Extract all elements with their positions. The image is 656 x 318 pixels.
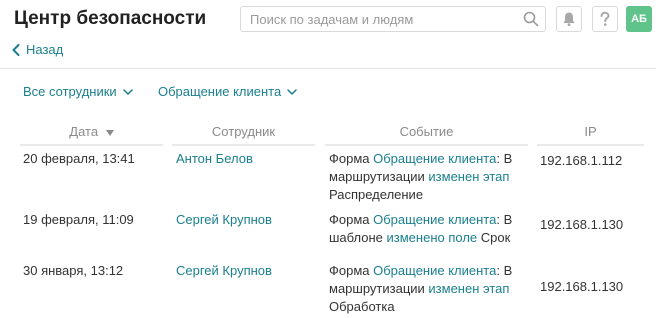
event-form-link[interactable]: Обращение клиента	[373, 151, 496, 166]
row-date: 20 февраля, 13:41	[23, 151, 135, 166]
event-action-link[interactable]: изменено поле	[387, 230, 478, 245]
search-input[interactable]	[241, 7, 520, 31]
filter-form-label: Обращение клиента	[158, 84, 282, 99]
column-header-date-label: Дата	[69, 124, 99, 139]
back-label: Назад	[26, 42, 64, 57]
event-suffix: Обработка	[329, 299, 395, 314]
event-suffix: Срок	[477, 230, 511, 245]
row-event: Форма Обращение клиента: В маршрутизации…	[329, 150, 519, 204]
chevron-down-icon	[287, 88, 297, 95]
row-ip: 192.168.1.130	[540, 279, 624, 294]
bell-icon	[563, 12, 575, 26]
row-date: 19 февраля, 11:09	[23, 212, 134, 227]
filter-form[interactable]: Обращение клиента	[158, 84, 297, 99]
row-event: Форма Обращение клиента: В маршрутизации…	[329, 262, 519, 316]
row-employee-link[interactable]: Антон Белов	[176, 150, 253, 168]
column-header-ip[interactable]: IP	[537, 124, 644, 139]
notifications-button[interactable]	[556, 6, 582, 32]
question-icon	[600, 11, 610, 26]
column-underline	[325, 144, 528, 146]
event-action-link[interactable]: изменен этап	[428, 169, 509, 184]
table-row: 19 февраля, 11:09 Сергей Крупнов Форма О…	[0, 211, 656, 259]
search-icon[interactable]	[523, 11, 539, 27]
event-prefix: Форма	[329, 151, 374, 166]
sort-desc-icon	[105, 129, 114, 136]
row-employee-link[interactable]: Сергей Крупнов	[176, 211, 272, 229]
avatar[interactable]: АБ	[626, 6, 652, 32]
table-row: 20 февраля, 13:41 Антон Белов Форма Обра…	[0, 150, 656, 206]
row-event: Форма Обращение клиента: В шаблоне измен…	[329, 211, 519, 247]
event-suffix: Распределение	[329, 187, 424, 202]
back-link[interactable]: Назад	[12, 42, 63, 57]
column-header-event[interactable]: Событие	[325, 124, 528, 139]
filter-employees[interactable]: Все сотрудники	[23, 84, 133, 99]
event-prefix: Форма	[329, 212, 374, 227]
header-divider	[0, 68, 656, 69]
filter-employees-label: Все сотрудники	[23, 84, 117, 99]
search-box[interactable]	[240, 6, 546, 32]
table-row: 30 января, 13:12 Сергей Крупнов Форма Об…	[0, 262, 656, 318]
row-date: 30 января, 13:12	[23, 263, 124, 278]
column-header-employee[interactable]: Сотрудник	[172, 124, 315, 139]
chevron-down-icon	[122, 88, 133, 95]
column-underline	[172, 144, 315, 146]
event-action-link[interactable]: изменен этап	[428, 281, 509, 296]
row-ip: 192.168.1.130	[540, 217, 624, 232]
row-employee-link[interactable]: Сергей Крупнов	[176, 262, 272, 280]
column-underline	[20, 144, 163, 146]
event-form-link[interactable]: Обращение клиента	[373, 263, 496, 278]
page-title: Центр безопасности	[14, 8, 207, 29]
event-prefix: Форма	[329, 263, 374, 278]
column-underline	[537, 144, 644, 146]
column-header-date[interactable]: Дата	[20, 124, 163, 139]
event-form-link[interactable]: Обращение клиента	[373, 212, 496, 227]
row-ip: 192.168.1.112	[540, 153, 623, 168]
chevron-left-icon	[12, 43, 20, 56]
help-button[interactable]	[592, 6, 618, 32]
